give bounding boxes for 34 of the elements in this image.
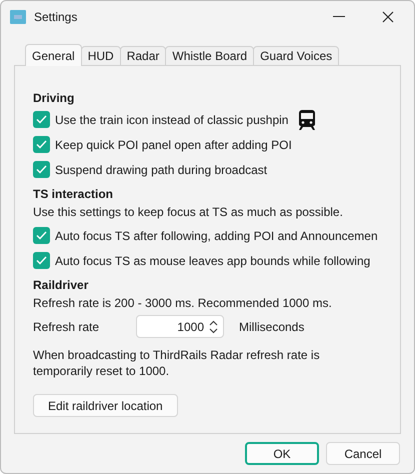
checkbox[interactable] xyxy=(33,252,50,269)
dialog-button[interactable]: OK xyxy=(245,442,319,465)
check-icon xyxy=(36,140,47,149)
check-icon xyxy=(36,256,47,265)
checkbox[interactable] xyxy=(33,111,50,128)
app-icon xyxy=(10,10,26,24)
checkbox-label: Auto focus TS after following, adding POI and Announcemen xyxy=(55,228,378,244)
checkbox-label: Keep quick POI panel open after adding POI xyxy=(55,136,292,154)
check-icon xyxy=(36,231,47,240)
checkbox[interactable] xyxy=(33,136,50,153)
check-icon xyxy=(36,165,47,174)
dialog-button[interactable]: Cancel xyxy=(326,442,400,465)
checkbox[interactable] xyxy=(33,161,50,178)
note-text: When broadcasting to ThirdRails Radar refresh rate is temporarily reset to 1000. xyxy=(33,347,321,379)
section-heading: Raildriver xyxy=(33,277,90,294)
number-spinner[interactable]: 1000 xyxy=(136,315,224,338)
section-heading: TS interaction xyxy=(33,186,114,203)
check-icon xyxy=(36,115,47,124)
checkbox[interactable] xyxy=(33,227,50,244)
description-text: Refresh rate is 200 - 3000 ms. Recommended 1000 ms. xyxy=(33,295,333,312)
description-text: Use this settings to keep focus at TS as much as possible. xyxy=(33,204,344,221)
spinner-arrows-icon[interactable] xyxy=(209,320,218,334)
checkbox-label: Use the train icon instead of classic pushpin xyxy=(55,112,288,128)
tab[interactable]: Guard Voices xyxy=(253,46,340,66)
minimize-icon[interactable] xyxy=(333,16,345,18)
section-heading: Driving xyxy=(33,90,76,107)
window-title: Settings xyxy=(34,8,78,26)
tab[interactable]: General xyxy=(25,44,82,66)
field-label: Refresh rate xyxy=(33,318,100,336)
close-icon[interactable] xyxy=(382,10,394,22)
checkbox-label: Suspend drawing path during broadcast xyxy=(55,162,268,178)
checkbox-label: Auto focus TS as mouse leaves app bounds while following xyxy=(55,252,370,270)
edit-location-button[interactable]: Edit raildriver location xyxy=(33,394,178,417)
unit-label: Milliseconds xyxy=(239,318,304,336)
